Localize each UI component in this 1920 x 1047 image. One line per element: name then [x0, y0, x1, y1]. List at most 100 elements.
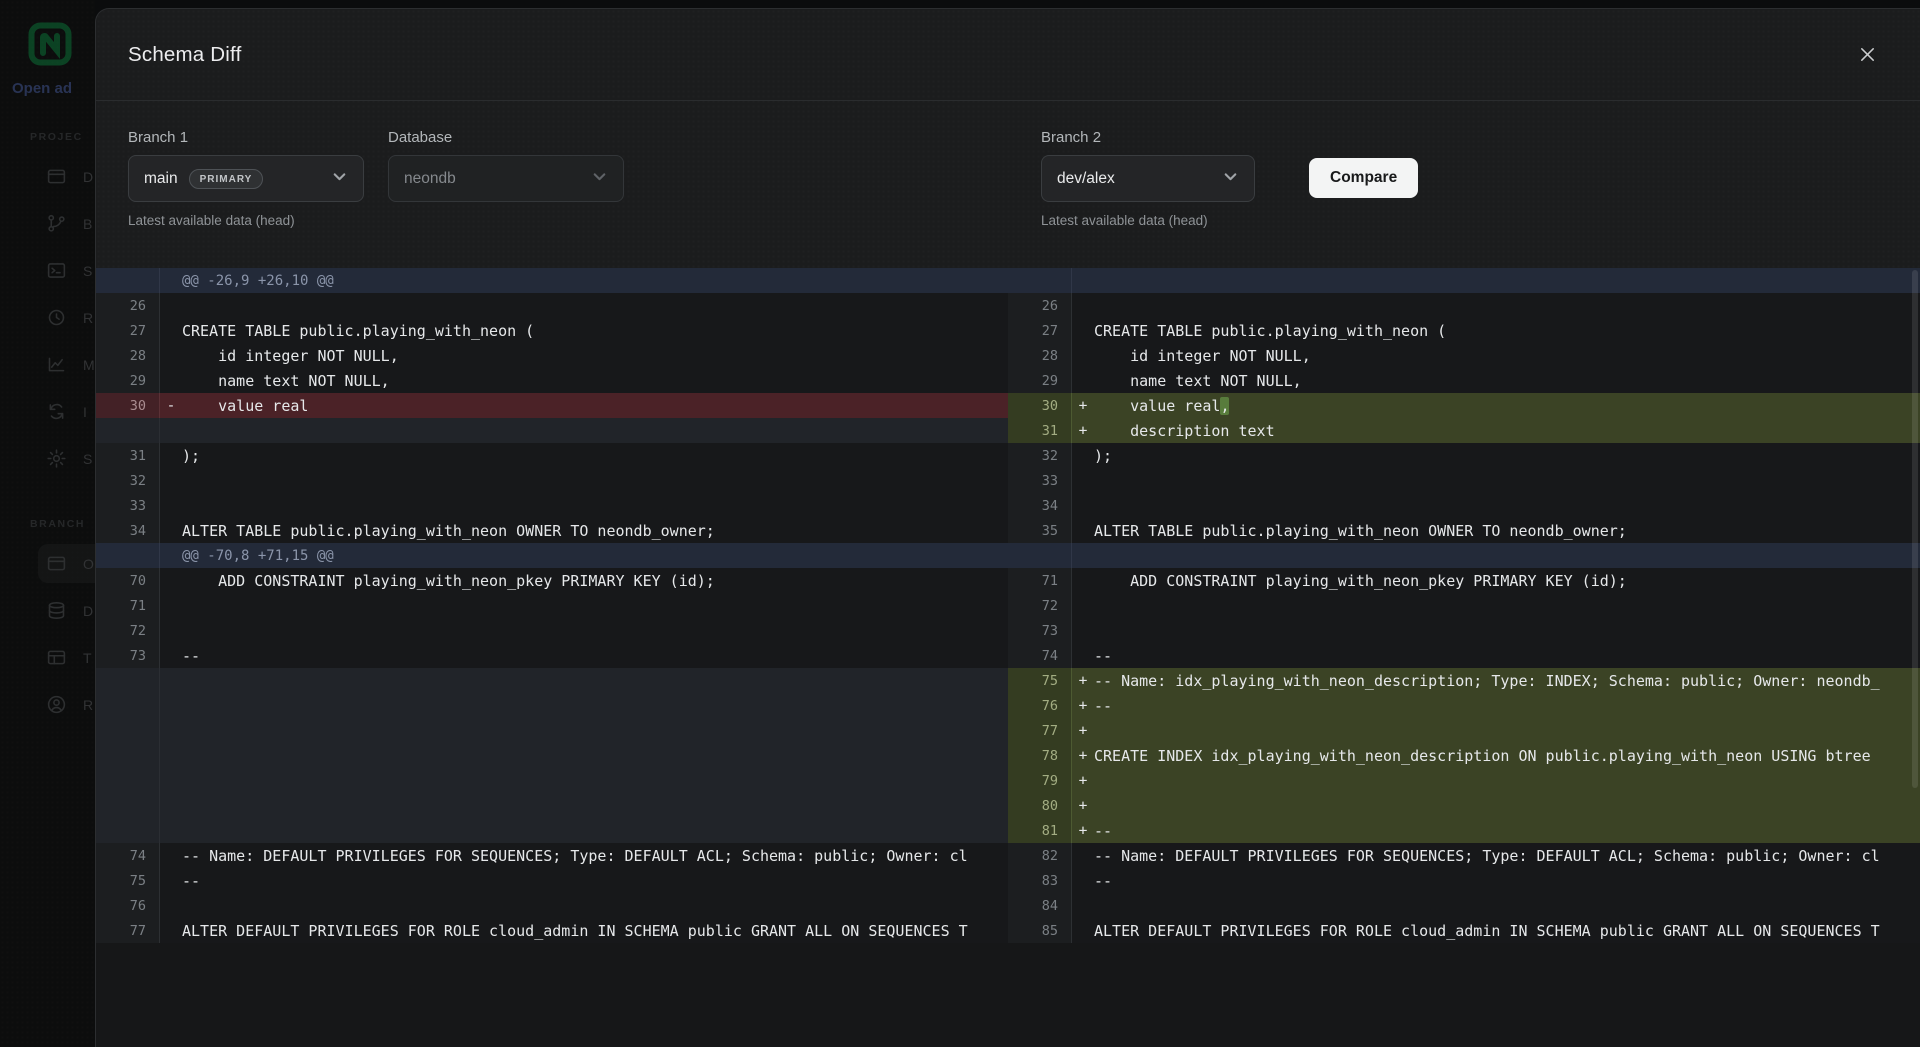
diff-sign — [160, 693, 182, 718]
diff-sign: + — [1072, 418, 1094, 443]
code-text: -- — [1094, 868, 1920, 893]
diff-pane-right: 2627CREATE TABLE public.playing_with_neo… — [1008, 268, 1920, 943]
diff-sign — [1072, 468, 1094, 493]
code-text — [182, 718, 1008, 743]
chevron-down-icon — [1222, 168, 1239, 190]
line-number: 82 — [1008, 843, 1072, 868]
hunk-header-text — [1094, 543, 1920, 568]
modal-header: Schema Diff — [96, 9, 1920, 101]
code-text: ALTER TABLE public.playing_with_neon OWN… — [182, 518, 1008, 543]
code-text: ADD CONSTRAINT playing_with_neon_pkey PR… — [1094, 568, 1920, 593]
diff-row-context: 73 — [1008, 618, 1920, 643]
code-text: ALTER TABLE public.playing_with_neon OWN… — [1094, 518, 1920, 543]
branch1-select[interactable]: main PRIMARY — [128, 155, 364, 202]
code-text — [182, 468, 1008, 493]
line-number: 31 — [1008, 418, 1072, 443]
line-number: 84 — [1008, 893, 1072, 918]
code-text: ); — [182, 443, 1008, 468]
diff-pane-left: @@ -26,9 +26,10 @@2627CREATE TABLE publi… — [96, 268, 1008, 943]
compare-button[interactable]: Compare — [1309, 158, 1418, 198]
diff-sign — [160, 768, 182, 793]
branch2-field: Branch 2 dev/alex Latest available data … — [1041, 129, 1255, 228]
diff-sign — [1072, 843, 1094, 868]
diff-row-context: 29 name text NOT NULL, — [96, 368, 1008, 393]
diff-sign — [160, 618, 182, 643]
diff-row-context: 27CREATE TABLE public.playing_with_neon … — [1008, 318, 1920, 343]
code-text — [1094, 893, 1920, 918]
diff-view: @@ -26,9 +26,10 @@2627CREATE TABLE publi… — [96, 268, 1920, 943]
diff-row-context: 33 — [1008, 468, 1920, 493]
branch2-label: Branch 2 — [1041, 129, 1255, 146]
diff-row-context: 76 — [96, 893, 1008, 918]
code-text: CREATE INDEX idx_playing_with_neon_descr… — [1094, 743, 1920, 768]
line-number: 72 — [96, 618, 160, 643]
code-text: value real, — [1094, 393, 1920, 418]
diff-row-context: 85ALTER DEFAULT PRIVILEGES FOR ROLE clou… — [1008, 918, 1920, 943]
diff-row-spacer — [96, 793, 1008, 818]
diff-row-context: 71 — [96, 593, 1008, 618]
diff-sign — [160, 918, 182, 943]
line-number — [96, 718, 160, 743]
code-text: ALTER DEFAULT PRIVILEGES FOR ROLE cloud_… — [182, 918, 1008, 943]
diff-row-spacer — [96, 718, 1008, 743]
line-number: 27 — [1008, 318, 1072, 343]
diff-sign — [160, 843, 182, 868]
database-select[interactable]: neondb — [388, 155, 624, 202]
diff-sign: + — [1072, 743, 1094, 768]
diff-sign — [160, 543, 182, 568]
word-diff-highlight: , — [1220, 397, 1229, 415]
diff-row-context: 32); — [1008, 443, 1920, 468]
diff-row-context: 70 ADD CONSTRAINT playing_with_neon_pkey… — [96, 568, 1008, 593]
line-number: 26 — [1008, 293, 1072, 318]
line-number: 76 — [96, 893, 160, 918]
code-text — [182, 818, 1008, 843]
diff-sign — [160, 868, 182, 893]
line-number: 75 — [1008, 668, 1072, 693]
diff-row-context: 83-- — [1008, 868, 1920, 893]
diff-row-context: 72 — [96, 618, 1008, 643]
diff-sign: + — [1072, 718, 1094, 743]
line-number — [1008, 268, 1072, 293]
diff-row-context: 74-- Name: DEFAULT PRIVILEGES FOR SEQUEN… — [96, 843, 1008, 868]
code-text: -- — [182, 643, 1008, 668]
line-number: 80 — [1008, 793, 1072, 818]
line-number: 26 — [96, 293, 160, 318]
code-text — [182, 768, 1008, 793]
diff-row-add: 30+ value real, — [1008, 393, 1920, 418]
scrollbar-thumb[interactable] — [1912, 270, 1918, 788]
line-number — [96, 668, 160, 693]
code-text: -- — [182, 868, 1008, 893]
line-number: 71 — [1008, 568, 1072, 593]
code-text — [182, 793, 1008, 818]
diff-row-add: 80+ — [1008, 793, 1920, 818]
close-button[interactable] — [1850, 38, 1884, 72]
branch2-helper: Latest available data (head) — [1041, 213, 1255, 228]
branch2-select[interactable]: dev/alex — [1041, 155, 1255, 202]
diff-row-spacer — [96, 418, 1008, 443]
chevron-down-icon — [591, 168, 608, 190]
diff-row-context: 34 — [1008, 493, 1920, 518]
diff-row-context: 26 — [96, 293, 1008, 318]
diff-sign: + — [1072, 818, 1094, 843]
line-number: 31 — [96, 443, 160, 468]
diff-sign — [160, 518, 182, 543]
diff-row-spacer — [96, 668, 1008, 693]
diff-sign — [1072, 368, 1094, 393]
diff-row-spacer — [96, 818, 1008, 843]
diff-sign — [160, 418, 182, 443]
diff-sign: + — [1072, 793, 1094, 818]
diff-sign — [160, 343, 182, 368]
diff-row-hunk — [1008, 268, 1920, 293]
code-text: value real — [182, 393, 1008, 418]
line-number: 30 — [96, 393, 160, 418]
diff-sign: - — [160, 393, 182, 418]
primary-badge: PRIMARY — [189, 169, 264, 189]
database-field: Database neondb — [388, 129, 624, 228]
diff-sign — [160, 268, 182, 293]
line-number: 72 — [1008, 593, 1072, 618]
chevron-down-icon — [331, 168, 348, 190]
line-number: 33 — [96, 493, 160, 518]
diff-row-context: 72 — [1008, 593, 1920, 618]
line-number — [96, 818, 160, 843]
diff-sign — [160, 293, 182, 318]
